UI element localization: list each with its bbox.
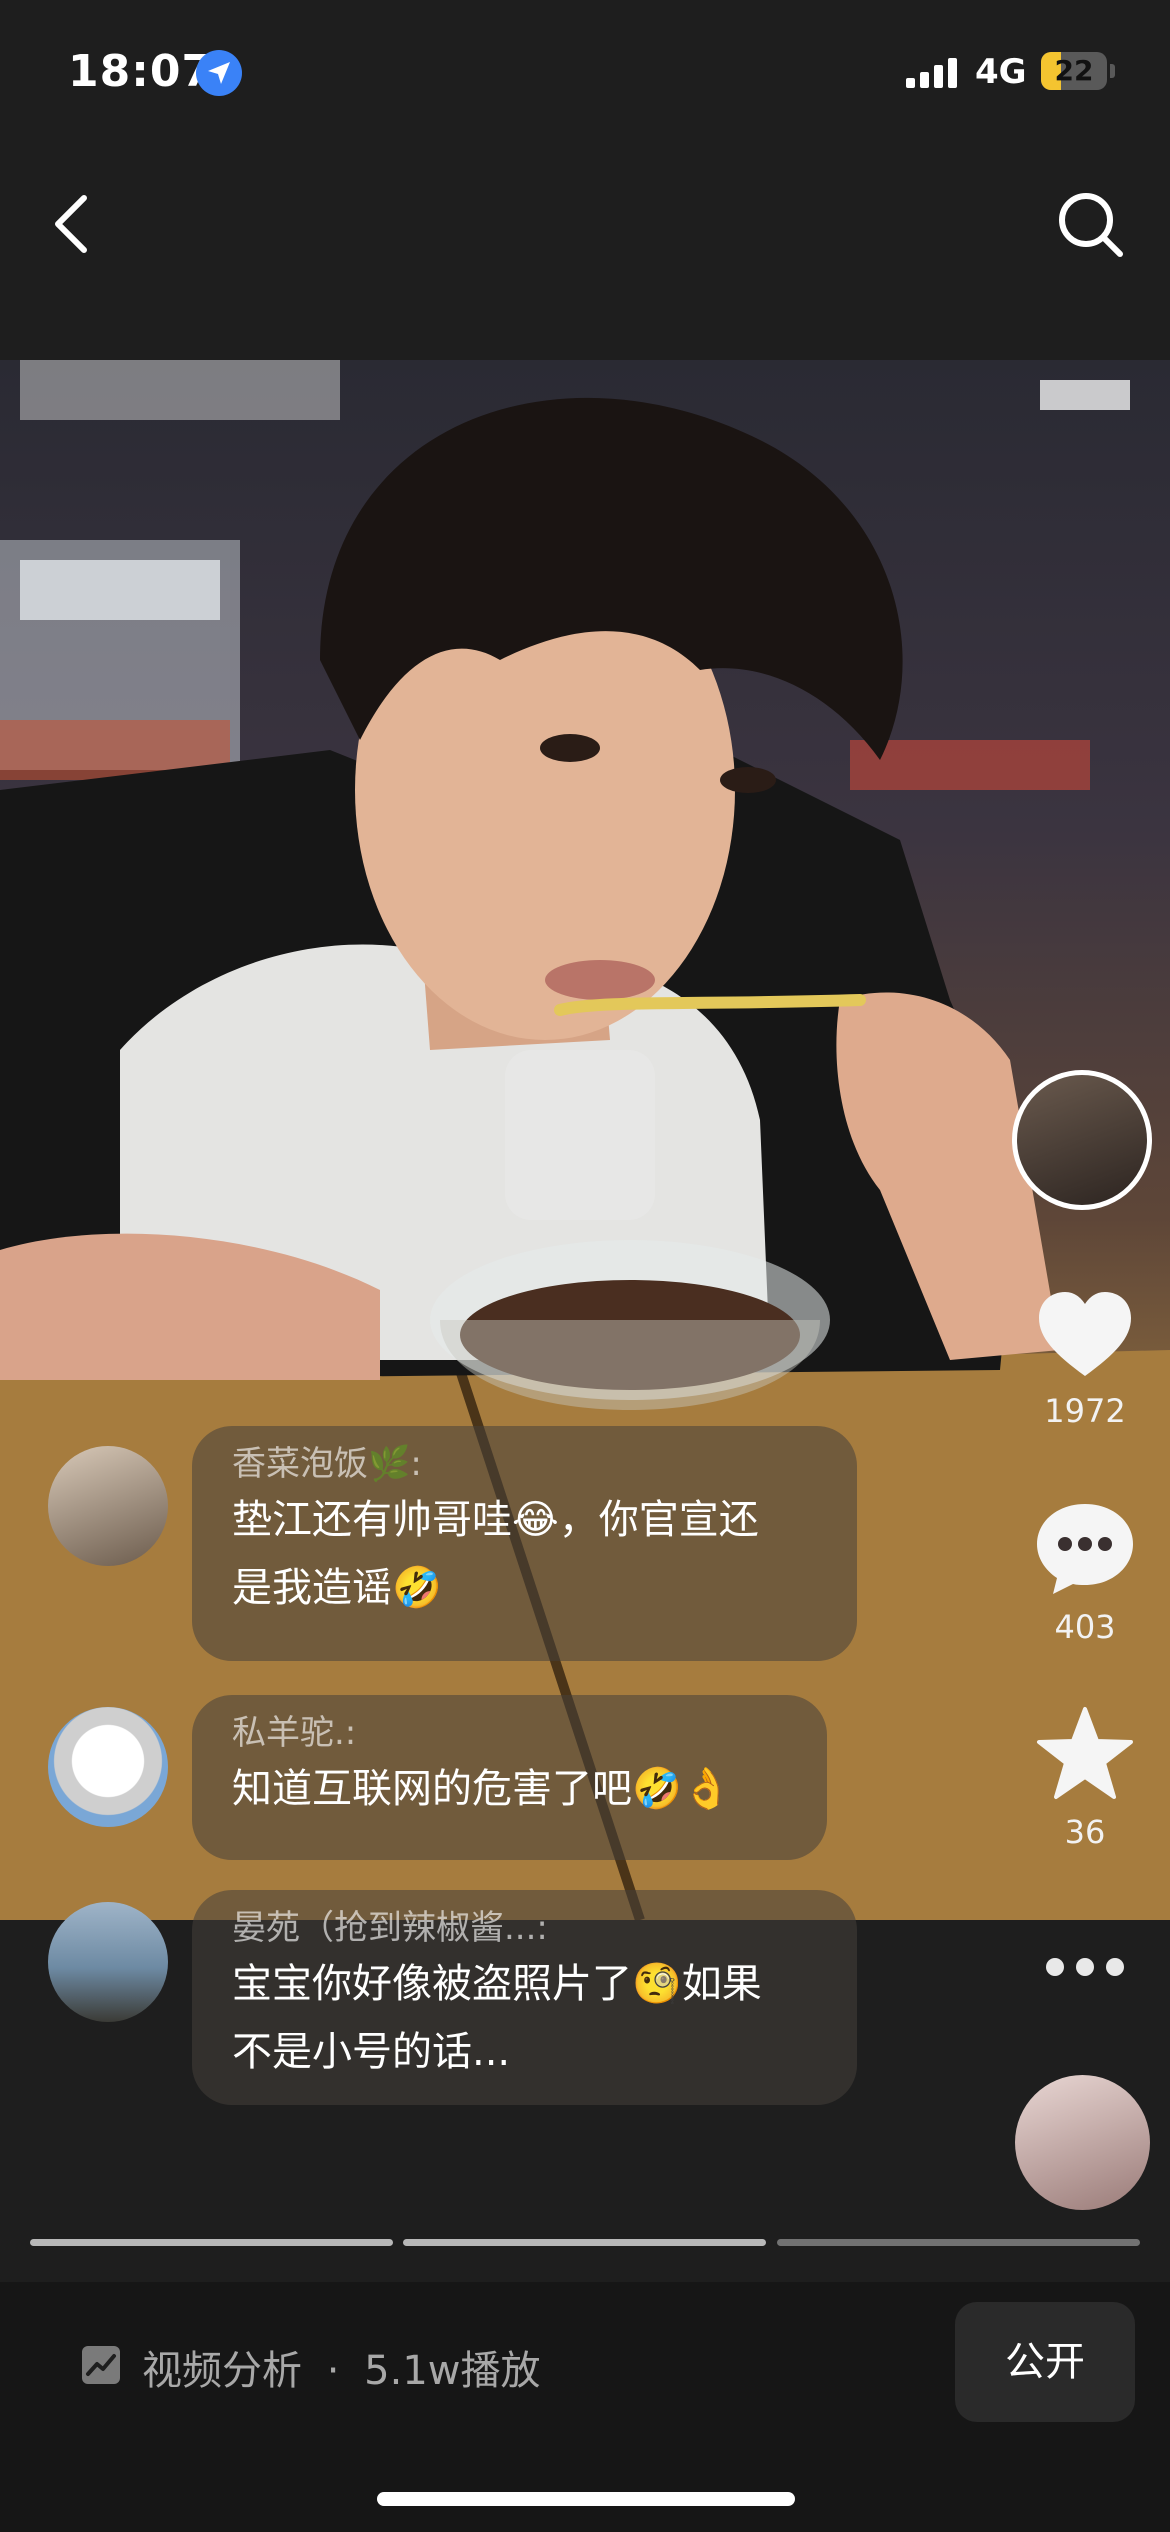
home-indicator [377,2492,795,2506]
more-dots-icon [1046,1958,1124,1976]
favorite-action[interactable]: 36 [1020,1705,1150,1851]
trend-chart-icon [82,2346,120,2384]
star-icon [1037,1707,1133,1799]
comment-bubble: 私羊驼.: 知道互联网的危害了吧🤣👌 [192,1695,827,1860]
creator-avatar[interactable] [1012,1070,1152,1210]
chevron-left-icon [55,195,87,253]
comment-item[interactable]: 晏苑（抢到辣椒酱...: 宝宝你好像被盗照片了🧐如果 不是小号的话... [0,1890,900,2120]
status-time: 18:07 [68,46,214,97]
cellular-signal-icon [906,58,957,88]
search-icon [1059,193,1123,257]
heart-icon [1039,1292,1131,1376]
play-overlay[interactable] [505,1050,655,1220]
comment-username: 私羊驼.: [232,1713,357,1753]
comment-username: 晏苑（抢到辣椒酱...: [232,1908,548,1948]
commenter-avatar[interactable] [48,1707,168,1827]
battery-icon: 22 [1041,52,1107,90]
separator: · [326,2348,340,2394]
top-nav [0,150,1170,360]
battery-tip [1110,64,1115,78]
comment-text-line: 垫江还有帅哥哇😂，你官宣还 [232,1497,759,1543]
comment-text-line: 不是小号的话... [232,2029,511,2075]
play-count: 5.1w播放 [364,2348,541,2394]
progress-segment[interactable] [30,2239,393,2246]
comment-bubble: 香菜泡饭🌿: 垫江还有帅哥哇😂，你官宣还 是我造谣🤣 [192,1426,857,1661]
more-button[interactable] [1040,1945,1130,1989]
progress-segment[interactable] [403,2239,766,2246]
like-count: 1972 [1044,1392,1126,1430]
comment-count: 403 [1054,1608,1116,1646]
favorite-count: 36 [1064,1813,1106,1851]
music-disc-avatar[interactable] [1015,2075,1150,2210]
comment-item[interactable]: 香菜泡饭🌿: 垫江还有帅哥哇😂，你官宣还 是我造谣🤣 [0,1420,900,1661]
location-arrow-icon [196,50,242,96]
progress-segment[interactable] [777,2239,1140,2246]
back-button[interactable] [40,170,130,280]
status-bar: 18:07 4G 22 [0,0,1170,150]
comment-text-line: 是我造谣🤣 [232,1565,442,1611]
analysis-label: 视频分析 [142,2348,302,2394]
comment-username: 香菜泡饭🌿: [232,1444,422,1484]
public-button[interactable]: 公开 [955,2302,1135,2422]
network-type: 4G [975,52,1027,92]
search-button[interactable] [1040,170,1140,280]
battery-level: 22 [1054,54,1094,87]
comment-bubble: 晏苑（抢到辣椒酱...: 宝宝你好像被盗照片了🧐如果 不是小号的话... [192,1890,857,2105]
commenter-avatar[interactable] [48,1902,168,2022]
like-action[interactable]: 1972 [1020,1290,1150,1430]
comment-text-line: 知道互联网的危害了吧🤣👌 [232,1766,732,1812]
comment-item[interactable]: 私羊驼.: 知道互联网的危害了吧🤣👌 [0,1695,900,1865]
comment-action[interactable]: 403 [1020,1500,1150,1646]
commenter-avatar[interactable] [48,1446,168,1566]
comment-bubble-icon [1037,1504,1133,1594]
comment-text-line: 宝宝你好像被盗照片了🧐如果 [232,1961,762,2007]
post-photo[interactable] [0,360,1170,1920]
video-analysis-link[interactable]: 视频分析 · 5.1w播放 [142,2338,540,2396]
